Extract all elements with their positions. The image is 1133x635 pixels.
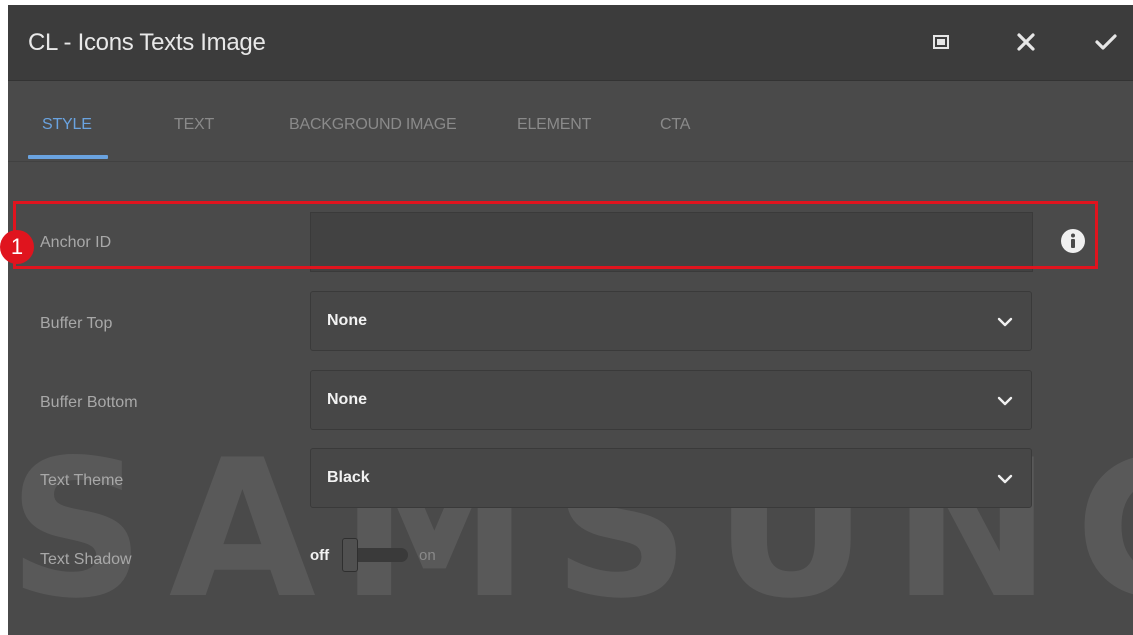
fullscreen-button[interactable] <box>926 27 956 57</box>
buffer-bottom-select[interactable]: None <box>310 370 1032 430</box>
confirm-button[interactable] <box>1091 27 1121 57</box>
close-icon <box>1017 33 1035 51</box>
tab-text[interactable]: TEXT <box>174 116 214 134</box>
active-tab-indicator <box>28 155 108 159</box>
buffer-top-select[interactable]: None <box>310 291 1032 351</box>
toggle-thumb[interactable] <box>342 538 358 572</box>
close-button[interactable] <box>1011 27 1041 57</box>
buffer-top-value: None <box>327 312 367 329</box>
toggle-off-label: off <box>310 547 330 564</box>
chevron-down-icon <box>997 317 1013 327</box>
tab-style[interactable]: STYLE <box>42 116 92 134</box>
text-shadow-toggle[interactable] <box>342 538 408 572</box>
tab-cta[interactable]: CTA <box>660 116 690 134</box>
text-shadow-label: Text Shadow <box>40 551 132 568</box>
dialog: CL - Icons Texts Image STYLE TEXT BACKGR… <box>8 5 1133 635</box>
buffer-bottom-value: None <box>327 391 367 408</box>
tab-bar: STYLE TEXT BACKGROUND IMAGE ELEMENT CTA <box>8 81 1133 162</box>
checkmark-icon <box>1095 34 1117 50</box>
chevron-down-icon <box>997 396 1013 406</box>
annotation-callout-badge: 1 <box>0 230 34 264</box>
tab-element[interactable]: ELEMENT <box>517 116 591 134</box>
fullscreen-icon <box>933 35 949 49</box>
info-icon[interactable] <box>1060 228 1086 254</box>
chevron-down-icon <box>997 474 1013 484</box>
anchor-id-input[interactable] <box>310 212 1033 272</box>
buffer-top-label: Buffer Top <box>40 315 113 332</box>
dialog-title: CL - Icons Texts Image <box>28 29 266 56</box>
buffer-bottom-label: Buffer Bottom <box>40 394 138 411</box>
toggle-on-label: on <box>419 547 436 564</box>
dialog-titlebar: CL - Icons Texts Image <box>8 5 1133 81</box>
anchor-id-label: Anchor ID <box>40 234 112 251</box>
tab-background-image[interactable]: BACKGROUND IMAGE <box>289 116 457 134</box>
text-theme-select[interactable]: Black <box>310 448 1032 508</box>
text-theme-label: Text Theme <box>40 472 124 489</box>
text-theme-value: Black <box>327 469 370 486</box>
